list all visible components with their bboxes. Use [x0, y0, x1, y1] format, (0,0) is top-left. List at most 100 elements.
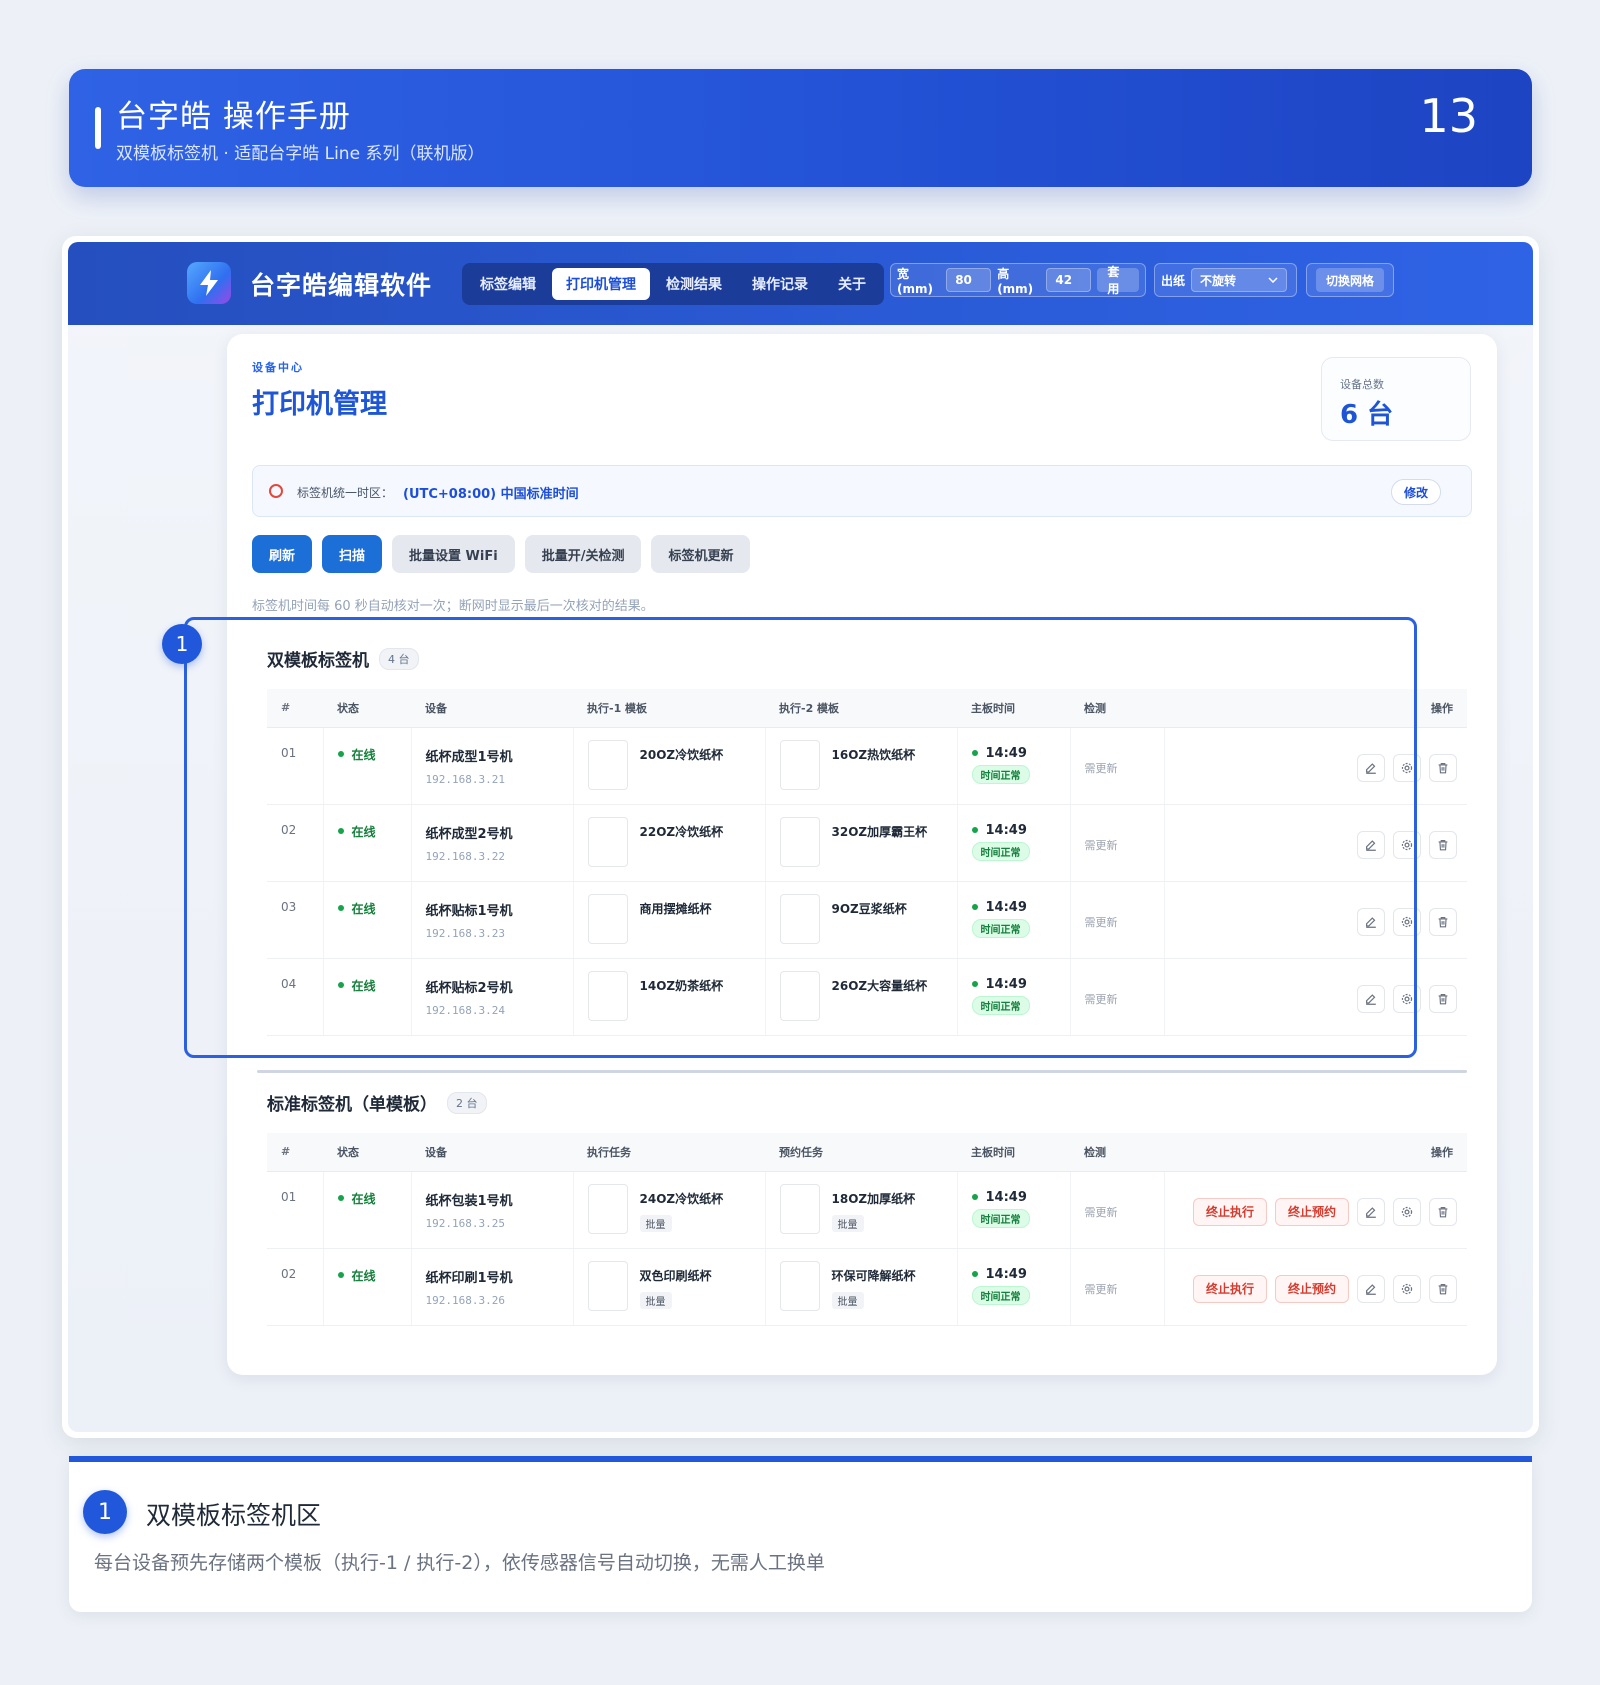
edit-icon[interactable]	[1357, 1274, 1385, 1303]
device-name: 纸杯贴标2号机	[425, 980, 513, 996]
timezone-bar: 标签机统一时区： (UTC+08:00) 中国标准时间 修改	[252, 465, 1472, 517]
trash-icon[interactable]	[1429, 1274, 1457, 1303]
trash-icon[interactable]	[1429, 984, 1457, 1013]
gear-icon[interactable]	[1393, 907, 1421, 936]
table-row: 02 在线 纸杯成型2号机 192.168.3.22 22OZ冷饮纸杯 32OZ加厚霸王杯…	[267, 804, 1467, 882]
template-thumbnail[interactable]	[587, 970, 628, 1021]
template-cell: 14OZ奶茶纸杯	[587, 970, 765, 1021]
status-cell: 在线	[323, 1248, 412, 1326]
page-number: 13	[1419, 89, 1478, 143]
edit-icon[interactable]	[1357, 984, 1385, 1013]
template-thumbnail[interactable]	[779, 893, 820, 944]
table-header-row: # 状态 设备 执行任务 预约任务 主板时间 检测 操作	[267, 1133, 1467, 1172]
template-thumbnail[interactable]	[779, 970, 820, 1021]
template-2-cell: 26OZ大容量纸杯	[765, 958, 958, 1036]
device-ip: 192.168.3.26	[425, 1293, 505, 1307]
gear-icon[interactable]	[1393, 984, 1421, 1013]
status-online: 在线	[337, 746, 411, 763]
batch-detection-button[interactable]: 批量开/关检测	[524, 535, 642, 573]
row-index: 01	[267, 727, 324, 805]
edit-icon[interactable]	[1357, 907, 1385, 936]
online-dot-icon	[337, 751, 344, 757]
template-thumbnail[interactable]	[779, 816, 820, 867]
column-header: 设备	[411, 1133, 573, 1172]
template-cell: 双色印刷纸杯 批量	[587, 1260, 765, 1311]
toggle-grid-button[interactable]: 切换网格	[1315, 268, 1384, 292]
gear-icon[interactable]	[1393, 830, 1421, 859]
template-thumbnail[interactable]	[587, 816, 628, 867]
template-thumbnail[interactable]	[587, 739, 628, 790]
board-time-cell: 14:49 时间正常	[957, 1248, 1071, 1326]
single-section-title: 标准标签机（单模板） 2 台	[267, 1090, 487, 1115]
stop-execution-button[interactable]: 终止执行	[1192, 1197, 1267, 1226]
refresh-button[interactable]: 刷新	[252, 535, 313, 573]
rotation-select[interactable]: 不旋转	[1191, 268, 1288, 292]
gear-icon[interactable]	[1393, 1197, 1421, 1226]
gear-icon[interactable]	[1393, 753, 1421, 782]
status-text: 在线	[351, 824, 376, 839]
lightning-logo-icon	[187, 262, 231, 304]
page-title: 打印机管理	[252, 389, 387, 420]
tab-operation-log[interactable]: 操作记录	[738, 268, 822, 300]
width-input[interactable]: 80	[946, 268, 992, 292]
tab-printer-management[interactable]: 打印机管理	[552, 268, 650, 300]
printer-update-button[interactable]: 标签机更新	[651, 535, 751, 573]
trash-icon[interactable]	[1429, 1197, 1457, 1226]
time-status-badge: 时间正常	[971, 764, 1030, 784]
stop-execution-button[interactable]: 终止执行	[1192, 1274, 1267, 1303]
template-thumbnail[interactable]	[779, 1183, 820, 1234]
template-thumbnail[interactable]	[587, 1183, 628, 1234]
template-cell: 20OZ冷饮纸杯	[587, 739, 765, 790]
time-dot-icon	[971, 750, 978, 756]
template-thumbnail[interactable]	[779, 1260, 820, 1311]
nav-tabs: 标签编辑 打印机管理 检测结果 操作记录 关于	[462, 263, 884, 305]
column-header: 主板时间	[957, 689, 1070, 728]
tab-label-edit[interactable]: 标签编辑	[466, 268, 550, 300]
template-name: 双色印刷纸杯	[639, 1268, 712, 1283]
template-thumbnail[interactable]	[779, 739, 820, 790]
section-divider	[257, 1070, 1467, 1073]
tab-about[interactable]: 关于	[824, 268, 880, 300]
board-time-cell: 14:49 时间正常	[957, 727, 1071, 805]
row-actions	[1179, 753, 1468, 782]
edit-icon[interactable]	[1357, 753, 1385, 782]
note-title: 双模板标签机区	[146, 1501, 322, 1530]
apply-size-button[interactable]: 套用	[1097, 265, 1139, 296]
gear-icon[interactable]	[1393, 1274, 1421, 1303]
detection-status: 需更新	[1070, 1248, 1165, 1326]
board-time-cell: 14:49 时间正常	[957, 881, 1071, 959]
template-thumbnail[interactable]	[587, 1260, 628, 1311]
height-input[interactable]: 42	[1046, 268, 1092, 292]
device-ip: 192.168.3.23	[425, 926, 505, 940]
edit-icon[interactable]	[1357, 830, 1385, 859]
actions-cell	[1164, 727, 1468, 805]
device-cell: 纸杯贴标2号机 192.168.3.24	[411, 958, 574, 1036]
app-navbar: 台字皓编辑软件 标签编辑 打印机管理 检测结果 操作记录 关于 宽(mm) 80…	[68, 242, 1533, 325]
template-2-cell: 环保可降解纸杯 批量	[765, 1248, 958, 1326]
content-card: 设备中心 打印机管理 设备总数 6 台 标签机统一时区： (UTC+08:00)…	[227, 334, 1497, 1375]
template-thumbnail[interactable]	[587, 893, 628, 944]
tab-detection-results[interactable]: 检测结果	[652, 268, 736, 300]
batch-wifi-button[interactable]: 批量设置 WiFi	[392, 535, 515, 573]
stop-reservation-button[interactable]: 终止预约	[1274, 1274, 1349, 1303]
template-name: 26OZ大容量纸杯	[831, 978, 928, 993]
template-cell: 18OZ加厚纸杯 批量	[779, 1183, 957, 1234]
chevron-down-icon	[1268, 277, 1278, 283]
height-label: 高(mm)	[997, 266, 1034, 296]
stop-reservation-button[interactable]: 终止预约	[1274, 1197, 1349, 1226]
time-dot-icon	[971, 1194, 978, 1200]
detection-status: 需更新	[1070, 1171, 1165, 1249]
time-status-badge: 时间正常	[971, 995, 1030, 1015]
callout-badge: 1	[162, 624, 202, 664]
trash-icon[interactable]	[1429, 830, 1457, 859]
status-online: 在线	[337, 1267, 411, 1284]
trash-icon[interactable]	[1429, 753, 1457, 782]
time-text: 14:49	[985, 745, 1027, 761]
edit-timezone-button[interactable]: 修改	[1391, 479, 1441, 505]
detection-status: 需更新	[1070, 958, 1165, 1036]
scan-button[interactable]: 扫描	[322, 535, 383, 573]
actions-cell: 终止执行 终止预约	[1164, 1171, 1467, 1249]
row-actions	[1179, 907, 1468, 936]
edit-icon[interactable]	[1357, 1197, 1385, 1226]
trash-icon[interactable]	[1429, 907, 1457, 936]
